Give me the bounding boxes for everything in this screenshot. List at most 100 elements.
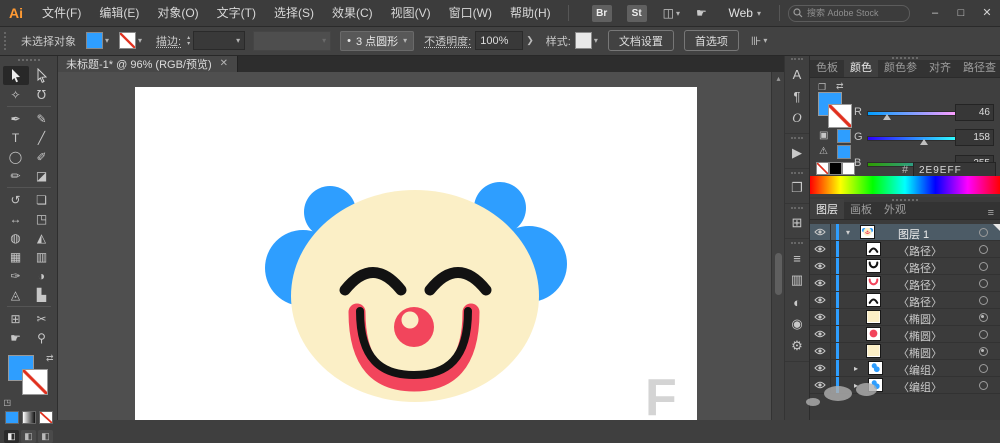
visibility-eye-icon[interactable]: [810, 292, 831, 308]
menu-f[interactable]: 文件(F): [33, 0, 90, 26]
draw-behind-mode-button[interactable]: ◧: [21, 430, 36, 443]
fill-color-swatch[interactable]: [86, 32, 103, 49]
workspace-switcher-icon[interactable]: ◫▾: [663, 6, 680, 20]
transparency-panel-icon[interactable]: ◐: [785, 291, 809, 313]
sublayer-row[interactable]: 〈椭圆〉: [810, 326, 1000, 343]
stroke-color-swatch[interactable]: [119, 32, 136, 49]
stroke-caret-icon[interactable]: ▾: [138, 36, 142, 45]
color-tab-色板[interactable]: 色板: [810, 57, 844, 77]
column-graph-tool[interactable]: ▙: [29, 285, 55, 304]
workspace-dropdown[interactable]: Web▾: [729, 6, 761, 20]
visibility-eye-icon[interactable]: [810, 360, 831, 376]
color-spectrum-bar[interactable]: [810, 176, 1000, 194]
eyedropper-tool[interactable]: ✑: [3, 266, 29, 285]
graphic-styles-panel-icon[interactable]: ⚙: [785, 335, 809, 357]
layers-tab-画板[interactable]: 画板: [844, 199, 878, 219]
maximize-button[interactable]: □: [948, 0, 974, 26]
visibility-eye-icon[interactable]: [810, 258, 831, 274]
style-swatch[interactable]: [575, 32, 592, 49]
paragraph-panel-icon[interactable]: ¶: [785, 85, 809, 107]
menu-e[interactable]: 编辑(E): [90, 0, 148, 26]
canvas[interactable]: ▴: [57, 72, 786, 420]
slider-handle-g[interactable]: [920, 139, 928, 145]
target-circle-icon[interactable]: [979, 313, 988, 322]
target-circle-icon[interactable]: [979, 296, 988, 305]
menu-c[interactable]: 效果(C): [323, 0, 382, 26]
target-circle-icon[interactable]: [979, 279, 988, 288]
black-chip[interactable]: [829, 162, 842, 175]
default-fill-stroke-icon[interactable]: ◳: [4, 398, 12, 407]
sublayer-row[interactable]: 〈椭圆〉: [810, 309, 1000, 326]
collapse-chevron-icon[interactable]: ▸: [854, 364, 858, 373]
gradient-mode-button[interactable]: [22, 411, 36, 424]
target-circle-icon[interactable]: [979, 330, 988, 339]
tab-close-icon[interactable]: ✕: [220, 58, 228, 69]
none-chip[interactable]: [816, 162, 829, 175]
gamut-swatch[interactable]: [837, 145, 851, 159]
target-circle-icon[interactable]: [979, 245, 988, 254]
scale-tool[interactable]: ❏: [29, 190, 55, 209]
scrollbar-thumb[interactable]: [775, 253, 782, 295]
layer-row[interactable]: ▾图层 1: [810, 224, 1000, 241]
sublayer-row[interactable]: 〈路径〉: [810, 275, 1000, 292]
pencil-tool[interactable]: ✏: [3, 166, 29, 185]
stroke-weight-label[interactable]: 描边:: [156, 33, 181, 49]
target-circle-icon[interactable]: [979, 262, 988, 271]
actions-panel-icon[interactable]: ▶: [785, 142, 809, 164]
visibility-eye-icon[interactable]: [810, 326, 831, 342]
layers-panel-menu-icon[interactable]: ≡: [982, 207, 1000, 219]
artboard-tool[interactable]: ⊞: [3, 309, 29, 328]
shape-builder-tool[interactable]: ◍: [3, 228, 29, 247]
stock-button[interactable]: St: [627, 5, 647, 22]
menu-v[interactable]: 视图(V): [382, 0, 440, 26]
visibility-eye-icon[interactable]: [810, 224, 831, 240]
touch-workspace-icon[interactable]: ☛: [696, 6, 707, 20]
menu-s[interactable]: 选择(S): [265, 0, 323, 26]
menu-h[interactable]: 帮助(H): [501, 0, 560, 26]
curvature-tool[interactable]: ✎: [29, 109, 55, 128]
draw-inside-mode-button[interactable]: ◧: [38, 430, 53, 443]
lasso-tool[interactable]: ℧: [29, 85, 55, 104]
character-panel-icon[interactable]: A: [785, 63, 809, 85]
opacity-field[interactable]: 100%: [475, 31, 523, 50]
close-button[interactable]: ✕: [974, 0, 1000, 26]
bridge-button[interactable]: Br: [592, 5, 612, 22]
magic-wand-tool[interactable]: ✧: [3, 85, 29, 104]
sublayer-row[interactable]: 〈椭圆〉: [810, 343, 1000, 360]
opacity-label[interactable]: 不透明度:: [424, 33, 471, 49]
target-circle-icon[interactable]: [979, 381, 988, 390]
transform-panel-icon[interactable]: ⊞: [785, 212, 809, 234]
line-segment-tool[interactable]: ╱: [29, 128, 55, 147]
slider-track-g[interactable]: [867, 136, 957, 141]
menu-w[interactable]: 窗口(W): [440, 0, 501, 26]
web-safe-swatch[interactable]: [837, 129, 851, 143]
target-circle-icon[interactable]: [979, 364, 988, 373]
white-chip[interactable]: [842, 162, 855, 175]
direct-selection-tool[interactable]: [29, 66, 55, 85]
layers-tab-外观[interactable]: 外观: [878, 199, 912, 219]
slider-handle-r[interactable]: [883, 114, 891, 120]
visibility-eye-icon[interactable]: [810, 343, 831, 359]
target-circle-icon[interactable]: [979, 228, 988, 237]
slider-value-g[interactable]: 158: [955, 129, 994, 146]
mesh-tool[interactable]: ▦: [3, 247, 29, 266]
visibility-eye-icon[interactable]: [810, 309, 831, 325]
width-tool[interactable]: ↔: [3, 209, 29, 228]
gradient-tool[interactable]: ▥: [29, 247, 55, 266]
brush-definition-combo[interactable]: • 3 点圆形 ▾: [340, 31, 414, 51]
document-tab[interactable]: 未标题-1* @ 96% (RGB/预览) ✕: [57, 55, 238, 72]
sublayer-row[interactable]: 〈路径〉: [810, 292, 1000, 309]
pen-tool[interactable]: ✒: [3, 109, 29, 128]
sublayer-row[interactable]: 〈路径〉: [810, 241, 1000, 258]
swap-fill-stroke-icon[interactable]: ⇄: [46, 353, 54, 364]
free-transform-tool[interactable]: ◳: [29, 209, 55, 228]
slice-tool[interactable]: ✂: [29, 309, 55, 328]
web-safe-cube-icon[interactable]: ▣: [819, 130, 828, 141]
color-tab-颜色参[interactable]: 颜色参: [878, 57, 923, 77]
fill-caret-icon[interactable]: ▾: [105, 36, 109, 45]
slider-value-r[interactable]: 46: [955, 104, 994, 121]
visibility-eye-icon[interactable]: [810, 275, 831, 291]
opentype-panel-icon[interactable]: O: [785, 107, 809, 129]
stroke-weight-stepper[interactable]: ▴▾: [187, 35, 190, 47]
color-mode-button[interactable]: [5, 411, 19, 424]
